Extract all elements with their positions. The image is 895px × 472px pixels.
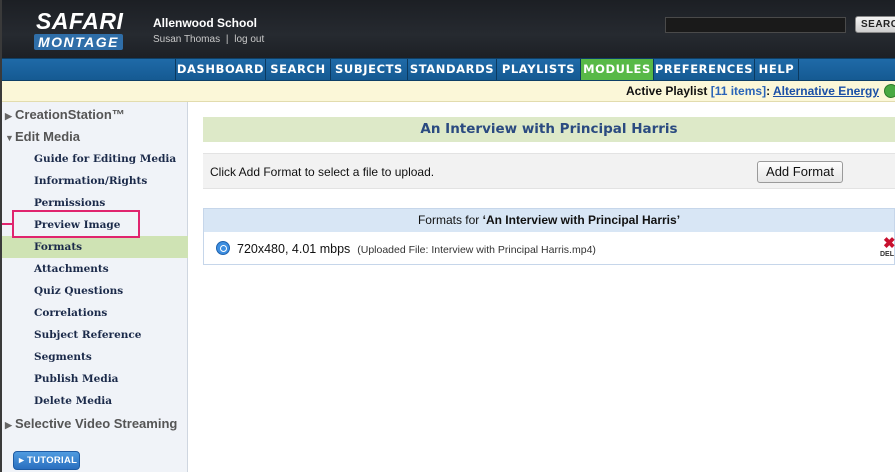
edit-media-label: Edit Media [15, 129, 81, 144]
format-row[interactable]: 720x480, 4.01 mbps (Uploaded File: Inter… [204, 234, 895, 264]
tutorial-button[interactable]: ▸ TUTORIAL [13, 451, 80, 470]
sidebar-item-guide-for-editing-media[interactable]: Guide for Editing Media [2, 148, 188, 170]
formats-header: Formats for ‘An Interview with Principal… [204, 209, 894, 232]
triangle-right-icon: ▶ [5, 111, 12, 121]
school-name: Allenwood School [153, 16, 257, 30]
sidebar-selective-streaming[interactable]: ▶ Selective Video Streaming [5, 416, 177, 431]
sidebar-item-publish-media[interactable]: Publish Media [2, 368, 188, 390]
logo-montage-text: MONTAGE [34, 34, 124, 50]
sidebar-item-quiz-questions[interactable]: Quiz Questions [2, 280, 188, 302]
format-file: (Uploaded File: Interview with Principal… [357, 244, 596, 256]
sidebar-item-segments[interactable]: Segments [2, 346, 188, 368]
logo-safari-text: SAFARI [36, 8, 124, 34]
format-spec: 720x480, 4.01 mbps [237, 242, 351, 256]
sidebar-edit-media[interactable]: ▼Edit Media [5, 129, 80, 144]
active-playlist-text: Active Playlist [11 items]: Alternative … [626, 84, 879, 98]
nav-help[interactable]: HELP [754, 59, 798, 80]
sidebar-item-correlations[interactable]: Correlations [2, 302, 188, 324]
app-window: SAFARI MONTAGE Allenwood School Susan Th… [0, 0, 895, 472]
sidebar-creation-station[interactable]: ▶ CreationStation™ [5, 107, 125, 122]
user-name: Susan Thomas [153, 34, 221, 45]
creation-station-label: CreationStation™ [15, 107, 125, 122]
user-line: Susan Thomas | log out [153, 34, 264, 45]
search-input[interactable] [665, 17, 846, 33]
nav-divider [798, 59, 895, 80]
formats-table: Formats for ‘An Interview with Principal… [203, 208, 895, 265]
sidebar-item-delete-media[interactable]: Delete Media [2, 390, 188, 412]
logout-link[interactable]: log out [234, 34, 264, 45]
nav-standards[interactable]: STANDARDS [407, 59, 496, 80]
playlist-count[interactable]: [11 items] [711, 84, 766, 98]
add-format-button[interactable]: Add Format [757, 161, 843, 183]
upload-bar: Click Add Format to select a file to upl… [203, 153, 895, 189]
search-button[interactable]: SEARCH [855, 16, 895, 33]
active-playlist-bar: Active Playlist [11 items]: Alternative … [2, 81, 895, 102]
playlist-name-link[interactable]: Alternative Energy [773, 84, 879, 98]
safari-montage-logo[interactable]: SAFARI MONTAGE [30, 9, 124, 51]
main-nav: DASHBOARD SEARCH SUBJECTS STANDARDS PLAYLIST… [2, 58, 895, 81]
upload-instructions: Click Add Format to select a file to upl… [210, 165, 435, 179]
quicktime-icon[interactable] [216, 241, 230, 255]
delete-label: DEL [880, 251, 894, 258]
selective-streaming-label: Selective Video Streaming [15, 416, 178, 431]
format-details: 720x480, 4.01 mbps (Uploaded File: Inter… [237, 242, 596, 256]
highlight-pointer [2, 223, 12, 225]
triangle-right-icon: ▶ [5, 420, 12, 430]
triangle-down-icon: ▼ [5, 133, 14, 143]
playlist-play-icon[interactable] [884, 84, 895, 98]
nav-playlists[interactable]: PLAYLISTS [496, 59, 580, 80]
sidebar-item-attachments[interactable]: Attachments [2, 258, 188, 280]
playlist-colon: : [766, 84, 771, 98]
nav-subjects[interactable]: SUBJECTS [330, 59, 407, 80]
nav-modules[interactable]: MODULES [580, 59, 653, 80]
user-separator: | [225, 34, 229, 45]
sidebar-item-subject-reference[interactable]: Subject Reference [2, 324, 188, 346]
sidebar: ▶ CreationStation™ ▼Edit Media Guide for … [2, 102, 188, 472]
play-icon: ▸ [19, 455, 28, 466]
formats-header-title: ‘An Interview with Principal Harris’ [482, 213, 681, 227]
nav-search[interactable]: SEARCH [265, 59, 330, 80]
preview-image-highlight [12, 210, 140, 238]
header: SAFARI MONTAGE Allenwood School Susan Th… [2, 0, 895, 58]
nav-preferences[interactable]: PREFERENCES [653, 59, 754, 80]
sidebar-item-formats[interactable]: Formats [2, 236, 188, 258]
delete-icon: ✖ [883, 235, 895, 252]
sidebar-item-information-rights[interactable]: Information/Rights [2, 170, 188, 192]
nav-dashboard[interactable]: DASHBOARD [175, 59, 265, 80]
tutorial-label: TUTORIAL [27, 455, 78, 466]
active-playlist-label: Active Playlist [625, 84, 708, 98]
delete-format-button[interactable]: ✖ DEL [880, 236, 895, 262]
formats-header-prefix: Formats for [417, 213, 480, 227]
page-title: An Interview with Principal Harris [203, 117, 895, 142]
